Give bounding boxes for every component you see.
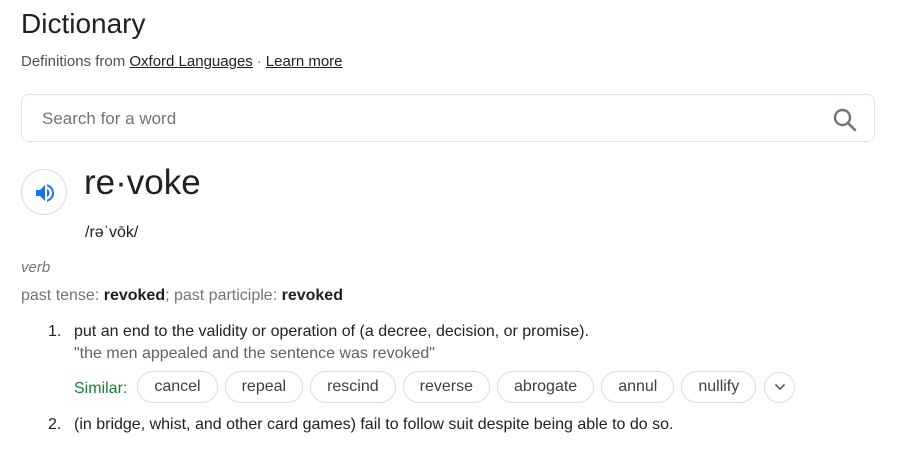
- dictionary-title: Dictionary: [21, 8, 146, 39]
- chevron-down-icon: [774, 384, 785, 390]
- sense-number: 1.: [48, 323, 62, 340]
- learn-more-link[interactable]: Learn more: [266, 53, 343, 70]
- similar-chip-repeal[interactable]: repeal: [224, 371, 304, 403]
- sense-definition: put an end to the validity or operation …: [74, 323, 589, 340]
- speaker-icon: [36, 184, 54, 202]
- expand-similar-button[interactable]: [764, 371, 796, 403]
- search-icon[interactable]: [832, 107, 858, 133]
- similar-chip-abrogate[interactable]: abrogate: [497, 371, 595, 403]
- similar-chip-rescind[interactable]: rescind: [310, 371, 396, 403]
- definitions-source: Definitions from Oxford Languages · Learn …: [21, 53, 343, 70]
- similar-chip-nullify[interactable]: nullify: [681, 371, 757, 403]
- search-box: [21, 94, 875, 143]
- source-prefix: Definitions from: [21, 53, 126, 70]
- past-tense-value: revoked: [103, 287, 166, 304]
- separator-dot: ·: [256, 53, 262, 70]
- oxford-languages-link[interactable]: Oxford Languages: [129, 53, 252, 70]
- past-participle-value: revoked: [281, 287, 343, 304]
- sense-example: "the men appealed and the sentence was r…: [74, 345, 435, 362]
- word-forms: past tense: revoked; past participle: re…: [21, 287, 343, 304]
- similar-chip-cancel[interactable]: cancel: [137, 371, 218, 403]
- past-participle-label: past participle: [173, 287, 273, 304]
- similar-words: Similar: cancel repeal rescind reverse a…: [74, 370, 796, 404]
- similar-chip-annul[interactable]: annul: [601, 371, 675, 403]
- search-input[interactable]: [40, 95, 824, 143]
- sense-definition: (in bridge, whist, and other card games)…: [74, 416, 674, 433]
- pronunciation-button[interactable]: [21, 169, 67, 215]
- similar-label: Similar:: [74, 380, 128, 397]
- part-of-speech: verb: [21, 259, 51, 276]
- similar-chip-reverse[interactable]: reverse: [402, 371, 491, 403]
- past-tense-label: past tense: [21, 287, 95, 304]
- phonetic-spelling: /rəˈvōk/: [85, 224, 139, 241]
- headword: re·voke: [84, 163, 201, 202]
- sense-number: 2.: [48, 416, 62, 433]
